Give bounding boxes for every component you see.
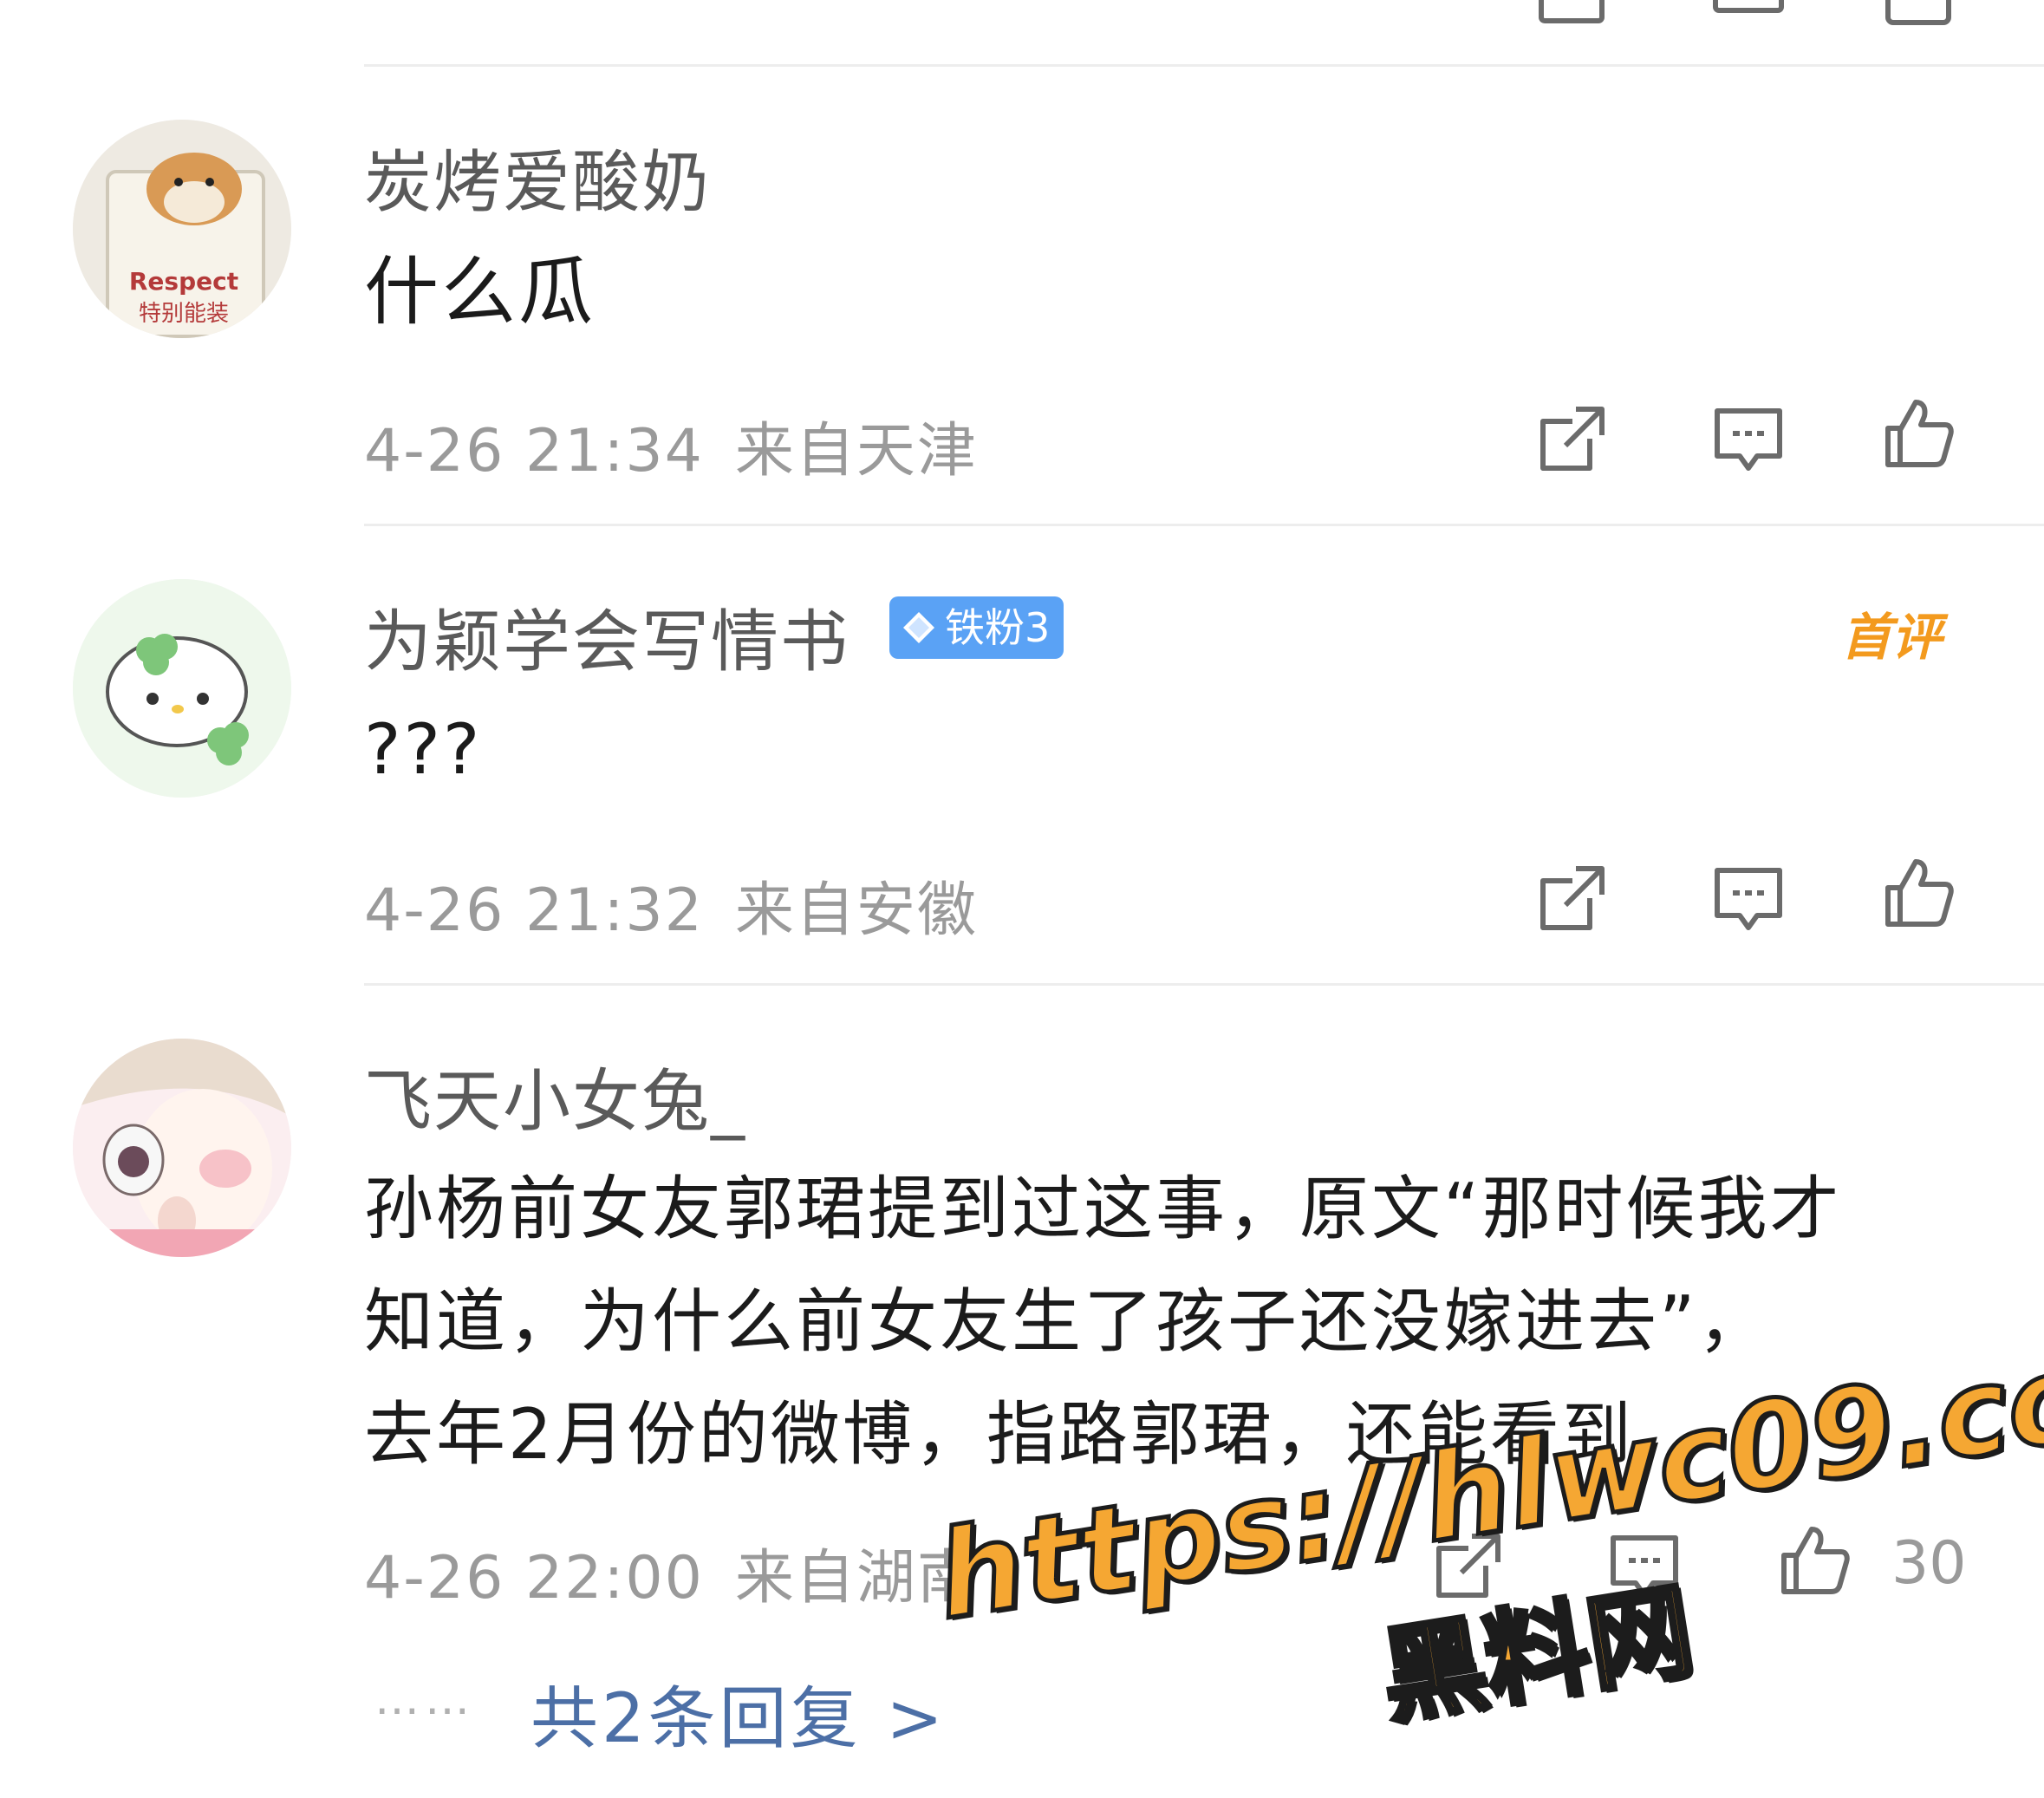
timestamp: 4-26 22:00	[364, 1544, 704, 1612]
first-comment-tag: 首评	[1841, 608, 1943, 667]
share-icon[interactable]	[1536, 0, 1609, 28]
like-icon[interactable]	[1779, 1524, 1852, 1597]
comment-text-line: 知道，为什么前女友生了孩子还没嫁进去”，	[364, 1281, 1770, 1362]
username[interactable]: 为颖学会写情书	[364, 588, 849, 685]
svg-text:特别能装: 特别能装	[139, 301, 229, 327]
fan-badge[interactable]: 铁粉3	[889, 596, 1064, 659]
avatar[interactable]: Respect 特别能装	[73, 120, 291, 338]
divider	[364, 524, 2044, 526]
like-icon[interactable]	[1883, 857, 1956, 929]
comment-meta: 4-26 21:32 来自安徽	[364, 862, 978, 948]
comment-text: 什么瓜	[364, 249, 596, 335]
svg-text:Respect: Respect	[129, 267, 238, 296]
diamond-icon	[903, 612, 934, 643]
badge-label: 铁粉3	[945, 604, 1051, 651]
like-icon[interactable]	[1883, 0, 1956, 28]
replies-dots: ……	[374, 1673, 475, 1725]
comment-meta: 4-26 21:34 来自天津	[364, 402, 978, 488]
comment-text-line: 孙杨前女友郭珺提到过这事，原文“那时候我才	[364, 1169, 1842, 1249]
location: 来自安徽	[734, 876, 978, 945]
like-icon[interactable]	[1883, 397, 1956, 470]
share-icon[interactable]	[1536, 862, 1609, 935]
comment-icon[interactable]	[1712, 402, 1785, 475]
avatar[interactable]	[73, 579, 291, 798]
comment-icon[interactable]	[1712, 0, 1785, 28]
username[interactable]: 炭烤爱酸奶	[364, 128, 711, 225]
comment-meta: 4-26 22:00 来自湖南	[364, 1529, 978, 1615]
comment-icon[interactable]	[1712, 862, 1785, 935]
comment-text: ???	[364, 709, 483, 790]
like-count: 30	[1891, 1529, 1967, 1598]
location: 来自天津	[734, 417, 978, 485]
avatar[interactable]	[73, 1039, 291, 1257]
divider	[364, 64, 2044, 67]
username[interactable]: 飞天小女兔_	[364, 1047, 746, 1144]
view-replies-link[interactable]: 共2条回复 >	[531, 1664, 947, 1762]
timestamp: 4-26 21:32	[364, 876, 704, 945]
watermark-name: 黑料网	[1371, 1569, 1702, 1742]
divider	[364, 983, 2044, 986]
share-icon[interactable]	[1536, 402, 1609, 475]
timestamp: 4-26 21:34	[364, 417, 704, 485]
